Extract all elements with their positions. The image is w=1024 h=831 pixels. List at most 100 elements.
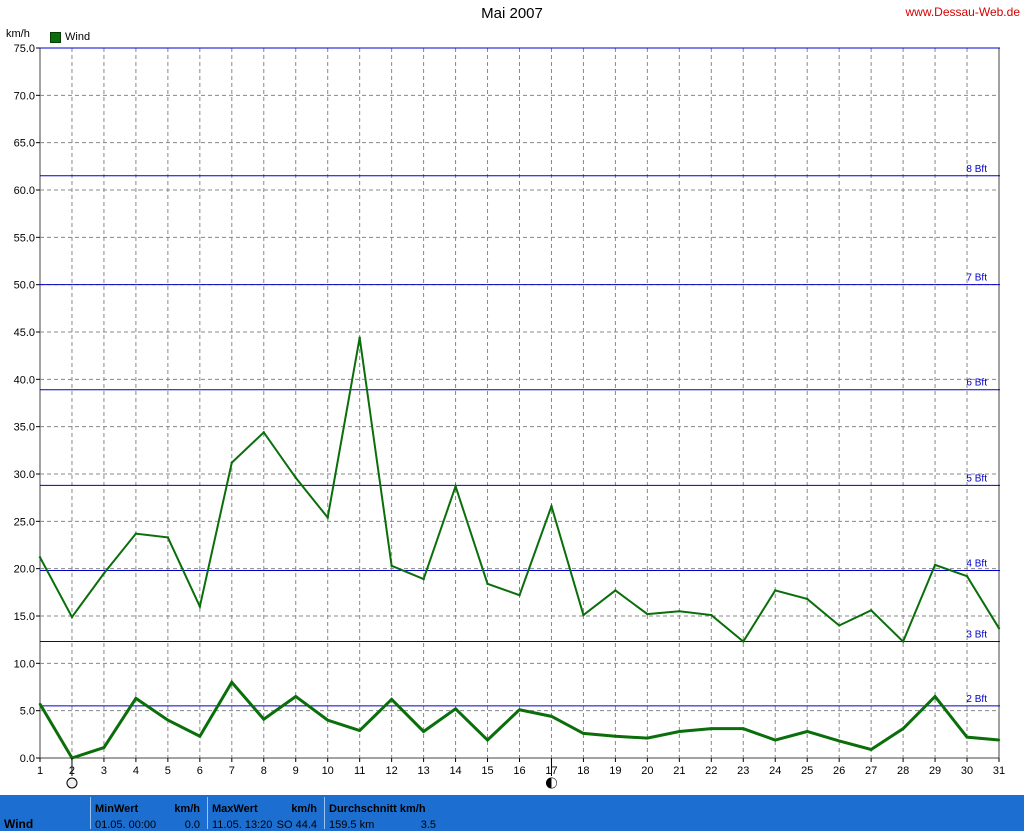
data-point — [710, 613, 713, 617]
data-point — [102, 746, 106, 749]
y-tick-label: 55.0 — [14, 232, 35, 244]
data-point — [166, 536, 170, 539]
max-unit: km/h — [291, 803, 317, 815]
x-tick-label: 3 — [101, 765, 107, 777]
x-tick-label: 22 — [705, 765, 717, 777]
site-link[interactable]: www.Dessau-Web.de — [906, 5, 1021, 19]
data-point — [806, 597, 809, 601]
data-point — [454, 707, 457, 710]
x-tick-label: 1 — [37, 765, 43, 777]
data-point — [198, 735, 202, 738]
data-point — [326, 516, 329, 519]
x-tick-label: 11 — [354, 765, 365, 777]
data-point — [38, 702, 42, 706]
data-point — [997, 738, 1001, 742]
x-tick-label: 8 — [261, 765, 267, 777]
x-tick-label: 26 — [833, 765, 845, 777]
min-value: 0.0 — [184, 819, 200, 831]
data-point — [742, 727, 745, 730]
avg-value: 3.5 — [420, 819, 436, 831]
y-tick-label: 40.0 — [14, 374, 35, 386]
beaufort-label: 7 Bft — [966, 273, 987, 284]
legend: Wind — [50, 31, 90, 43]
data-point — [166, 718, 170, 722]
moon-full-icon — [66, 777, 78, 789]
x-tick-label: 12 — [386, 765, 398, 777]
x-tick-label: 4 — [133, 765, 139, 777]
data-point — [294, 695, 297, 698]
x-tick-label: 30 — [961, 765, 973, 777]
avg-header: Durchschnitt km/h — [329, 803, 426, 815]
data-point — [774, 738, 777, 742]
data-point — [965, 735, 969, 739]
x-tick-label: 14 — [449, 765, 461, 777]
x-tick-label: 6 — [197, 765, 203, 777]
data-point — [38, 556, 42, 559]
x-tick-label: 29 — [929, 765, 941, 777]
footer-series-name: Wind — [4, 817, 34, 831]
x-tick-label: 7 — [229, 765, 235, 777]
data-point — [230, 461, 233, 464]
data-point — [422, 730, 425, 733]
data-point — [390, 564, 393, 568]
avg-distance: 159.5 km — [329, 819, 375, 831]
data-point — [582, 732, 585, 735]
max-header: MaxWert — [212, 803, 258, 815]
x-tick-label: 5 — [165, 765, 171, 777]
data-point — [901, 640, 905, 643]
legend-label: Wind — [65, 31, 91, 43]
stats-footer: Wind MinWert km/h 01.05. 00:00 0.0 MaxWe… — [0, 795, 1024, 831]
data-point — [486, 582, 489, 586]
data-point — [646, 612, 649, 616]
y-tick-label: 15.0 — [14, 611, 35, 623]
data-point — [646, 736, 649, 740]
data-point — [294, 476, 297, 479]
legend-swatch — [50, 31, 61, 43]
beaufort-label: 4 Bft — [966, 559, 987, 570]
average-cell: Durchschnitt km/h 159.5 km 3.5 — [324, 797, 440, 831]
data-point — [102, 572, 106, 575]
data-point — [582, 613, 585, 617]
data-point — [678, 730, 681, 733]
y-tick-label: 5.0 — [20, 706, 35, 718]
data-point — [134, 697, 138, 700]
x-tick-label: 24 — [769, 765, 781, 777]
moon-new-highlight — [551, 778, 557, 788]
max-direction: SO — [276, 819, 293, 831]
data-point — [614, 735, 617, 738]
data-point — [134, 532, 138, 535]
data-point — [614, 589, 617, 592]
data-point — [901, 727, 905, 730]
data-point — [518, 708, 521, 711]
x-tick-label: 27 — [865, 765, 877, 777]
data-point — [454, 485, 457, 488]
y-tick-label: 35.0 — [14, 422, 35, 434]
data-point — [933, 695, 937, 698]
y-tick-label: 30.0 — [14, 469, 35, 481]
beaufort-label: 2 Bft — [966, 694, 987, 705]
x-tick-label: 20 — [641, 765, 653, 777]
data-point — [70, 615, 74, 619]
x-tick-label: 10 — [322, 765, 334, 777]
y-tick-label: 65.0 — [14, 138, 35, 150]
data-point — [230, 681, 233, 684]
data-point — [837, 739, 841, 743]
y-tick-label: 45.0 — [14, 327, 35, 339]
x-tick-label: 19 — [609, 765, 621, 777]
min-date: 01.05. 00:00 — [95, 819, 157, 831]
x-tick-label: 13 — [417, 765, 429, 777]
data-point — [774, 589, 777, 592]
data-point — [262, 431, 265, 434]
y-tick-label: 25.0 — [14, 516, 35, 528]
beaufort-label: 5 Bft — [966, 473, 987, 484]
max-value-cell: MaxWert km/h 11.05. 13:20 SO 44.4 — [207, 797, 321, 831]
axes: 0.0 5.0 10.0 15.0 20.0 25.0 30.0 35.0 40.0 45.0 50… — [14, 43, 1006, 777]
max-number: 44.4 — [295, 819, 317, 831]
data-point — [550, 504, 553, 508]
x-tick-label: 9 — [293, 765, 299, 777]
data-point — [262, 717, 265, 721]
data-point — [390, 698, 393, 701]
max-date: 11.05. 13:20 — [212, 819, 273, 831]
data-point — [678, 610, 681, 613]
y-tick-label: 0.0 — [20, 753, 35, 765]
